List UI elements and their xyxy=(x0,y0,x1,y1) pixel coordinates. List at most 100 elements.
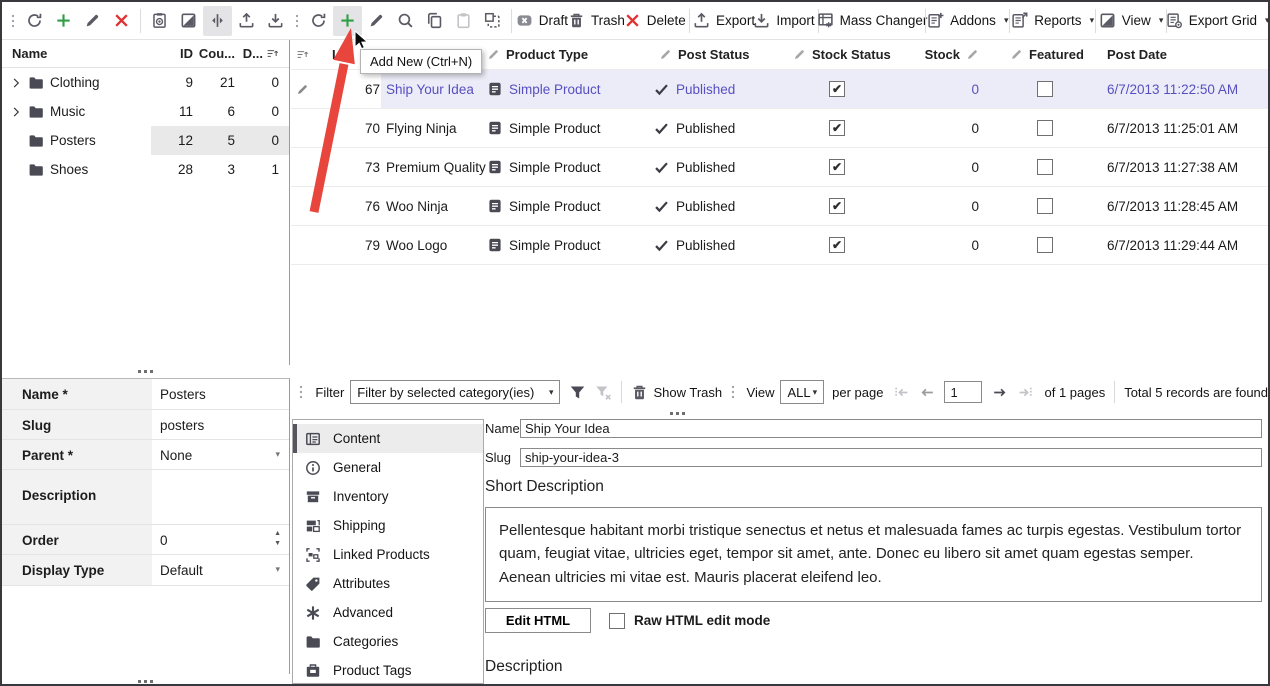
column-header-stock-status[interactable]: Stock Status xyxy=(792,40,940,69)
export-categories-button[interactable] xyxy=(232,6,261,36)
adjust-view-button[interactable] xyxy=(174,6,203,36)
table-row[interactable]: 73 Premium Quality Simple Product Publis… xyxy=(291,148,1268,187)
column-header-stock[interactable]: Stock xyxy=(940,40,992,69)
cell-post-status[interactable]: Published xyxy=(652,148,792,186)
cell-post-date[interactable]: 6/7/2013 11:29:44 AM xyxy=(1088,226,1268,264)
import-button[interactable]: Import xyxy=(754,6,814,36)
cell-post-date[interactable]: 6/7/2013 11:27:38 AM xyxy=(1088,148,1268,186)
cell-name[interactable]: Woo Ninja xyxy=(381,187,487,225)
tab-shipping[interactable]: Shipping xyxy=(293,511,483,540)
paste-special-button[interactable] xyxy=(478,6,507,36)
drag-handle[interactable] xyxy=(729,384,737,400)
column-header-post-date[interactable]: Post Date xyxy=(1088,40,1268,69)
copy-button[interactable] xyxy=(420,6,449,36)
import-categories-button[interactable] xyxy=(261,6,290,36)
product-search-button[interactable] xyxy=(391,6,420,36)
product-add-button[interactable] xyxy=(333,6,362,36)
cell-name[interactable]: Woo Logo xyxy=(381,226,487,264)
toolbar-drag-handle[interactable] xyxy=(9,13,17,29)
spin-down-icon[interactable]: ▼ xyxy=(274,539,281,549)
category-name[interactable]: Music xyxy=(50,104,85,119)
cell-product-type[interactable]: Simple Product xyxy=(487,109,652,147)
display-type-dropdown[interactable]: Default▾ xyxy=(152,555,289,585)
export-grid-dropdown[interactable]: Export Grid▾ xyxy=(1171,6,1264,36)
cell-id[interactable]: 70 xyxy=(313,109,381,147)
chevron-down-icon[interactable]: ▾ xyxy=(275,449,280,460)
tab-categories[interactable]: Categories xyxy=(293,627,483,656)
cell-name[interactable]: Premium Quality xyxy=(381,148,487,186)
toolbar-drag-handle[interactable] xyxy=(293,13,301,29)
cell-id[interactable]: 67 xyxy=(313,70,381,108)
cell-id[interactable]: 73 xyxy=(313,148,381,186)
product-edit-button[interactable] xyxy=(362,6,391,36)
tree-row[interactable]: Clothing 9 21 0 xyxy=(2,68,289,97)
chevron-down-icon[interactable]: ▾ xyxy=(275,564,280,575)
panel-splitter[interactable] xyxy=(138,370,153,373)
table-row[interactable]: 70 Flying Ninja Simple Product Published… xyxy=(291,109,1268,148)
column-header-featured[interactable]: Featured xyxy=(992,40,1088,69)
panel-splitter[interactable] xyxy=(138,680,153,683)
column-header-name[interactable]: Name xyxy=(2,46,151,61)
page-number-input[interactable] xyxy=(944,381,982,403)
cell-product-type[interactable]: Simple Product xyxy=(487,226,652,264)
column-header-count[interactable]: Cou... xyxy=(195,46,241,61)
cell-post-status[interactable]: Published xyxy=(652,187,792,225)
addons-dropdown[interactable]: Addons▾ xyxy=(930,6,1005,36)
cell-product-type[interactable]: Simple Product xyxy=(487,70,652,108)
product-name-input[interactable] xyxy=(520,419,1262,438)
stock-status-checkbox[interactable] xyxy=(829,81,845,97)
cell-post-date[interactable]: 6/7/2013 11:25:01 AM xyxy=(1088,109,1268,147)
tab-content[interactable]: Content xyxy=(293,424,483,453)
featured-checkbox[interactable] xyxy=(1037,81,1053,97)
clear-filter-icon[interactable] xyxy=(595,384,612,401)
autofit-columns-button[interactable] xyxy=(203,6,232,36)
category-name[interactable]: Clothing xyxy=(50,75,100,90)
paste-button[interactable] xyxy=(449,6,478,36)
short-description-textarea[interactable]: Pellentesque habitant morbi tristique se… xyxy=(485,507,1262,602)
featured-checkbox[interactable] xyxy=(1037,120,1053,136)
tree-row[interactable]: Music 11 6 0 xyxy=(2,97,289,126)
tab-general[interactable]: General xyxy=(293,453,483,482)
reports-dropdown[interactable]: Reports▾ xyxy=(1014,6,1090,36)
featured-checkbox[interactable] xyxy=(1037,159,1053,175)
view-dropdown[interactable]: View▾ xyxy=(1100,6,1162,36)
cell-product-type[interactable]: Simple Product xyxy=(487,187,652,225)
category-edit-button[interactable] xyxy=(78,6,107,36)
cell-post-date[interactable]: 6/7/2013 11:22:50 AM xyxy=(1088,70,1268,108)
description-field[interactable] xyxy=(152,470,289,524)
tab-product-tags[interactable]: Product Tags xyxy=(293,656,483,685)
stock-status-checkbox[interactable] xyxy=(829,120,845,136)
cell-post-status[interactable]: Published xyxy=(652,109,792,147)
panel-splitter[interactable] xyxy=(670,412,685,415)
mass-changer-button[interactable]: Mass Changer xyxy=(823,6,921,36)
stock-status-checkbox[interactable] xyxy=(829,159,845,175)
cell-id[interactable]: 79 xyxy=(313,226,381,264)
expand-chevron-icon[interactable] xyxy=(10,106,22,118)
cell-post-date[interactable]: 6/7/2013 11:28:45 AM xyxy=(1088,187,1268,225)
category-name[interactable]: Shoes xyxy=(50,162,88,177)
delete-button[interactable]: Delete xyxy=(625,6,685,36)
cell-post-status[interactable]: Published xyxy=(652,70,792,108)
cell-stock[interactable]: 0 xyxy=(940,70,992,108)
name-field[interactable]: Posters xyxy=(152,379,289,409)
parent-dropdown[interactable]: None▾ xyxy=(152,440,289,469)
filter-category-dropdown[interactable]: Filter by selected category(ies)▾ xyxy=(350,380,560,404)
tab-inventory[interactable]: Inventory xyxy=(293,482,483,511)
slug-field[interactable]: posters xyxy=(152,410,289,439)
tab-advanced[interactable]: Advanced xyxy=(293,598,483,627)
table-row[interactable]: 67 Ship Your Idea Simple Product Publish… xyxy=(291,70,1268,109)
cell-product-type[interactable]: Simple Product xyxy=(487,148,652,186)
edit-html-button[interactable]: Edit HTML xyxy=(485,608,591,633)
tab-linked-products[interactable]: Linked Products xyxy=(293,540,483,569)
apply-filter-icon[interactable] xyxy=(569,384,586,401)
cell-stock[interactable]: 0 xyxy=(940,187,992,225)
tab-attributes[interactable]: Attributes xyxy=(293,569,483,598)
cell-name[interactable]: Flying Ninja xyxy=(381,109,487,147)
tree-row[interactable]: Shoes 28 3 1 xyxy=(2,155,289,184)
filterbar-drag-handle[interactable] xyxy=(297,384,305,400)
order-stepper[interactable]: 0▲▼ xyxy=(152,525,289,554)
category-name[interactable]: Posters xyxy=(50,133,96,148)
cell-stock[interactable]: 0 xyxy=(940,148,992,186)
last-page-icon[interactable] xyxy=(1017,384,1034,401)
preview-button[interactable] xyxy=(145,6,174,36)
